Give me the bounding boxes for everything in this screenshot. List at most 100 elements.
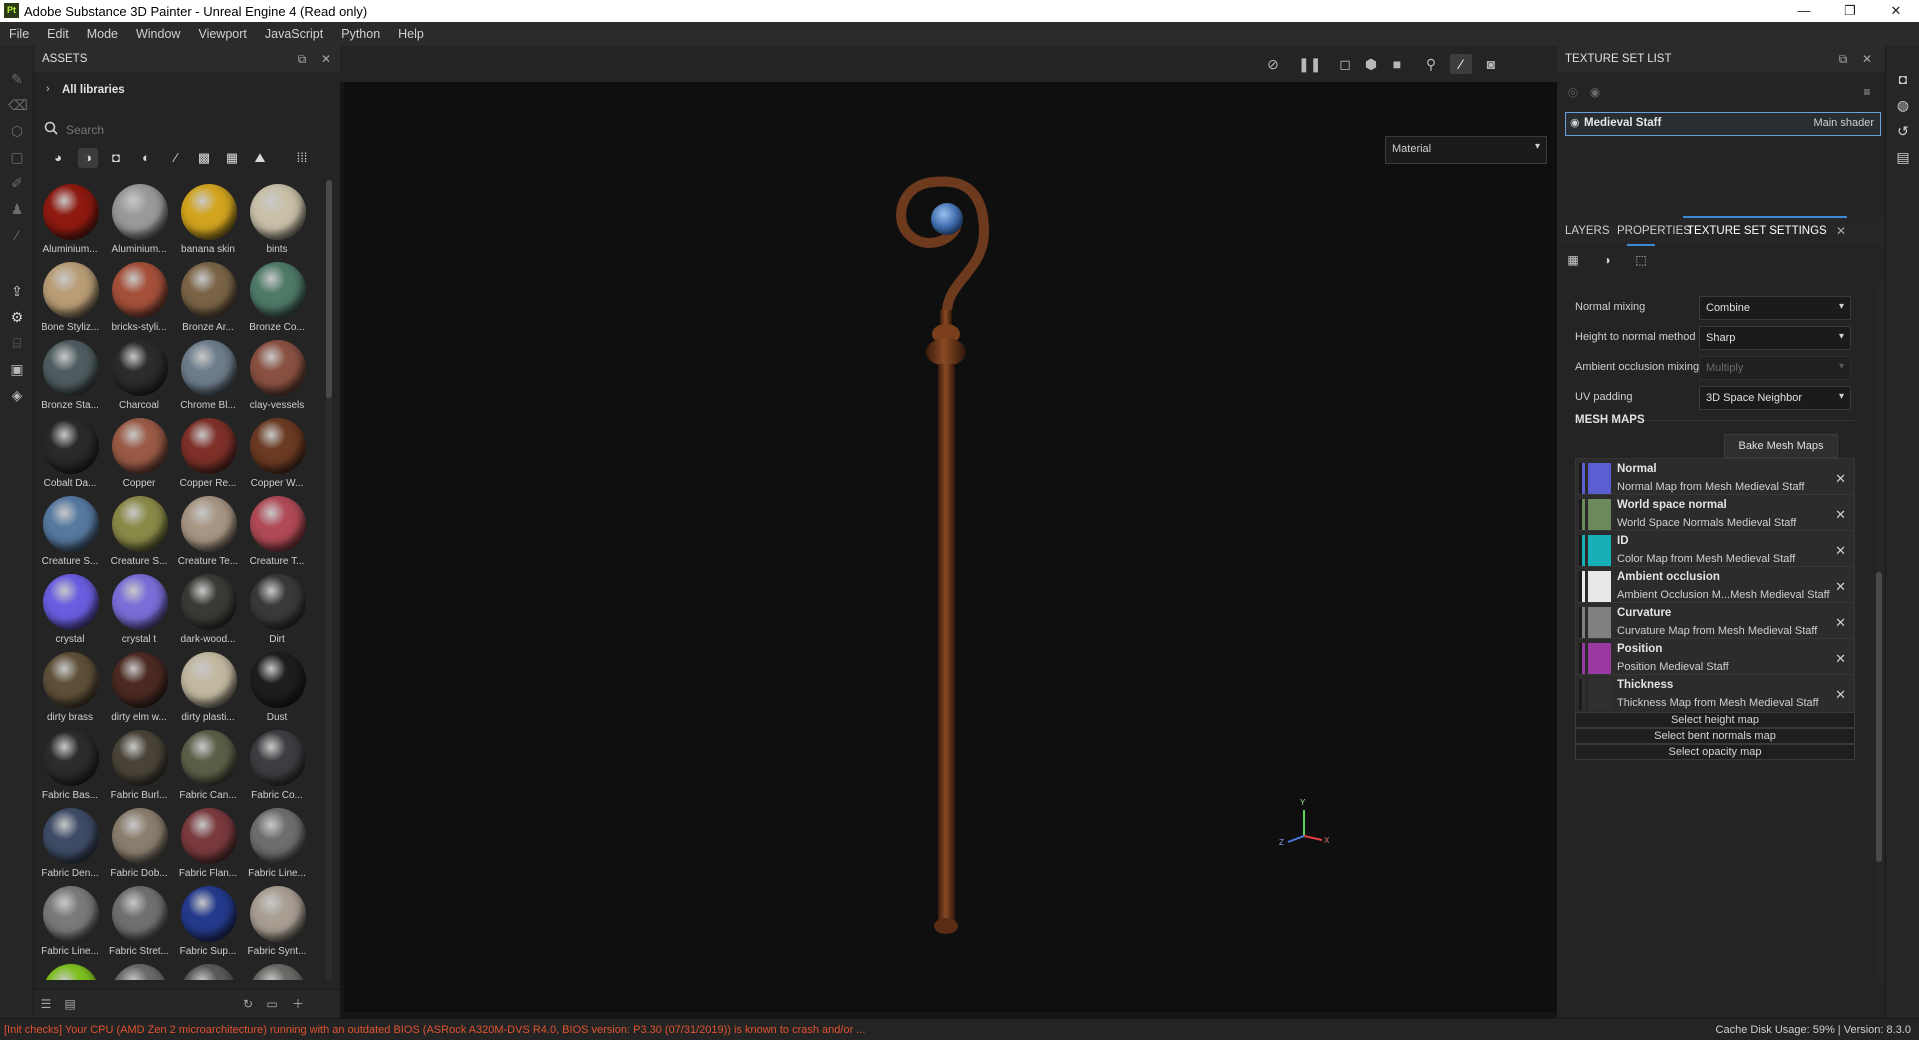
asset-tile[interactable]	[105, 962, 173, 980]
assets-scrollbar[interactable]	[326, 180, 332, 980]
close-icon[interactable]: ✕	[1859, 51, 1875, 67]
scrollbar-thumb[interactable]	[1876, 572, 1882, 862]
export-icon[interactable]: ⇪	[8, 282, 26, 300]
asset-tile[interactable]: Fabric Co...	[243, 728, 311, 806]
asset-tile[interactable]: Fabric Bas...	[42, 728, 104, 806]
texture-set-icon[interactable]: ◈	[8, 386, 26, 404]
asset-tile[interactable]: Bone Styliz...	[42, 260, 104, 338]
close-tab-icon[interactable]: ✕	[1833, 223, 1849, 239]
display-settings-icon[interactable]: ⌸	[8, 334, 26, 352]
view-mode-grid-icon[interactable]: ⁞⁞⁞	[292, 148, 312, 168]
mesh-map-item[interactable]: Thickness Thickness Map from Mesh Medieva…	[1575, 674, 1855, 714]
menu-python[interactable]: Python	[332, 22, 389, 46]
asset-tile[interactable]: clay-vessels	[243, 338, 311, 416]
texture-set-row[interactable]: ◉ Medieval Staff Main shader	[1565, 112, 1881, 136]
tab-texture-set-settings[interactable]: TEXTURE SET SETTINGS	[1687, 225, 1827, 237]
asset-tile[interactable]: Fabric Flan...	[174, 806, 242, 884]
color-picker-icon[interactable]: ⁄	[8, 226, 26, 244]
asset-tile[interactable]: Fabric Dob...	[105, 806, 173, 884]
asset-tile[interactable]: crystal t	[105, 572, 173, 650]
uv-icon[interactable]: ⬚	[1633, 252, 1649, 268]
mesh-map-item[interactable]: Curvature Curvature Map from Mesh Medieva…	[1575, 602, 1855, 642]
select-map-button[interactable]: Select height map	[1575, 712, 1855, 728]
asset-tile[interactable]: Dirt	[243, 572, 311, 650]
texture-set-list-icon[interactable]: ◘	[1894, 70, 1912, 88]
close-icon[interactable]: ✕	[318, 51, 334, 67]
remove-map-icon[interactable]: ✕	[1835, 615, 1846, 631]
shader-settings-icon[interactable]: ▣	[8, 360, 26, 378]
mesh-map-item[interactable]: ID Color Map from Mesh Medieval Staff ✕	[1575, 530, 1855, 570]
asset-tile[interactable]: Cobalt Da...	[42, 416, 104, 494]
asset-tile[interactable]: banana skin	[174, 182, 242, 260]
asset-tile[interactable]: Chrome Bl...	[174, 338, 242, 416]
camera-icon[interactable]: ■	[1386, 54, 1408, 74]
clone-icon[interactable]: ♟	[8, 200, 26, 218]
asset-tile[interactable]	[42, 962, 104, 980]
paint-brush-icon[interactable]: ✎	[8, 70, 26, 88]
filter-textures-icon[interactable]: ▩	[194, 148, 214, 168]
asset-tile[interactable]: crystal	[42, 572, 104, 650]
undock-icon[interactable]: ⧉	[1835, 51, 1851, 67]
tab-layers[interactable]: LAYERS	[1565, 225, 1610, 237]
pause-icon[interactable]: ❚❚	[1298, 54, 1321, 74]
select-map-button[interactable]: Select opacity map	[1575, 744, 1855, 760]
remove-map-icon[interactable]: ✕	[1835, 507, 1846, 523]
2d-view-icon[interactable]: ◻	[1334, 54, 1356, 74]
select-map-button[interactable]: Select bent normals map	[1575, 728, 1855, 744]
filter-grid-icon[interactable]: ▦	[222, 148, 242, 168]
log-icon[interactable]: ▤	[1894, 148, 1912, 166]
menu-icon[interactable]: ≡	[1859, 84, 1875, 100]
shader-icon[interactable]: ◍	[1894, 96, 1912, 114]
close-window-button[interactable]: ✕	[1873, 0, 1919, 22]
maximize-button[interactable]: ❐	[1827, 0, 1873, 22]
list-view-icon[interactable]: ☰	[38, 996, 54, 1012]
3d-view-icon[interactable]: ⬢	[1360, 54, 1382, 74]
asset-tile[interactable]: Aluminium...	[42, 182, 104, 260]
menu-javascript[interactable]: JavaScript	[256, 22, 332, 46]
menu-viewport[interactable]: Viewport	[189, 22, 255, 46]
asset-tile[interactable]: Fabric Can...	[174, 728, 242, 806]
paint-mode-icon[interactable]: ⁄	[1450, 54, 1472, 74]
texture-set-icon[interactable]: ▦	[1565, 252, 1581, 268]
mesh-map-item[interactable]: Position Position Medieval Staff ✕	[1575, 638, 1855, 678]
history-icon[interactable]: ↺	[1894, 122, 1912, 140]
filter-environments-icon[interactable]: ⛰	[250, 148, 270, 168]
smudge-icon[interactable]: ✐	[8, 174, 26, 192]
asset-tile[interactable]: Fabric Line...	[243, 806, 311, 884]
symmetry-icon[interactable]: ⚲	[1420, 54, 1442, 74]
asset-tile[interactable]: dirty brass	[42, 650, 104, 728]
mesh-map-item[interactable]: World space normal World Space Normals Me…	[1575, 494, 1855, 534]
asset-tile[interactable]: Copper	[105, 416, 173, 494]
menu-edit[interactable]: Edit	[38, 22, 78, 46]
asset-tile[interactable]: dirty plasti...	[174, 650, 242, 728]
visibility-off-icon[interactable]: ◎	[1565, 84, 1581, 100]
add-icon[interactable]: ＋	[290, 996, 306, 1012]
shading-mode-select[interactable]: Material ▾	[1385, 136, 1547, 164]
scrollbar-thumb[interactable]	[326, 180, 332, 398]
undock-icon[interactable]: ⧉	[294, 51, 310, 67]
status-warning-message[interactable]: [Init checks] Your CPU (AMD Zen 2 microa…	[4, 1024, 865, 1036]
asset-tile[interactable]: Charcoal	[105, 338, 173, 416]
mesh-map-item[interactable]: Ambient occlusion Ambient Occlusion M...M…	[1575, 566, 1855, 606]
asset-tile[interactable]: Bronze Co...	[243, 260, 311, 338]
detail-view-icon[interactable]: ▤	[62, 996, 78, 1012]
filter-materials-icon[interactable]: ◕	[48, 148, 68, 168]
height-to-normal-select[interactable]: Sharp ▾	[1699, 326, 1851, 350]
asset-tile[interactable]: Copper Re...	[174, 416, 242, 494]
normal-mixing-select[interactable]: Combine ▾	[1699, 296, 1851, 320]
bake-mesh-maps-button[interactable]: Bake Mesh Maps	[1724, 434, 1838, 458]
asset-tile[interactable]: Bronze Ar...	[174, 260, 242, 338]
menu-mode[interactable]: Mode	[78, 22, 127, 46]
filter-smart-materials-icon[interactable]: ◑	[78, 148, 98, 168]
asset-tile[interactable]: bricks-styli...	[105, 260, 173, 338]
filter-brushes-icon[interactable]: ⁄	[166, 148, 186, 168]
eraser-icon[interactable]: ⌫	[8, 96, 28, 114]
settings-scrollbar[interactable]	[1875, 282, 1883, 982]
eye-icon[interactable]: ◉	[1587, 84, 1603, 100]
asset-tile[interactable]: Dust	[243, 650, 311, 728]
minimize-button[interactable]: —	[1781, 0, 1827, 22]
asset-tile[interactable]: Fabric Burl...	[105, 728, 173, 806]
asset-tile[interactable]: dark-wood...	[174, 572, 242, 650]
asset-tile[interactable]: Fabric Line...	[42, 884, 104, 962]
remove-map-icon[interactable]: ✕	[1835, 687, 1846, 703]
